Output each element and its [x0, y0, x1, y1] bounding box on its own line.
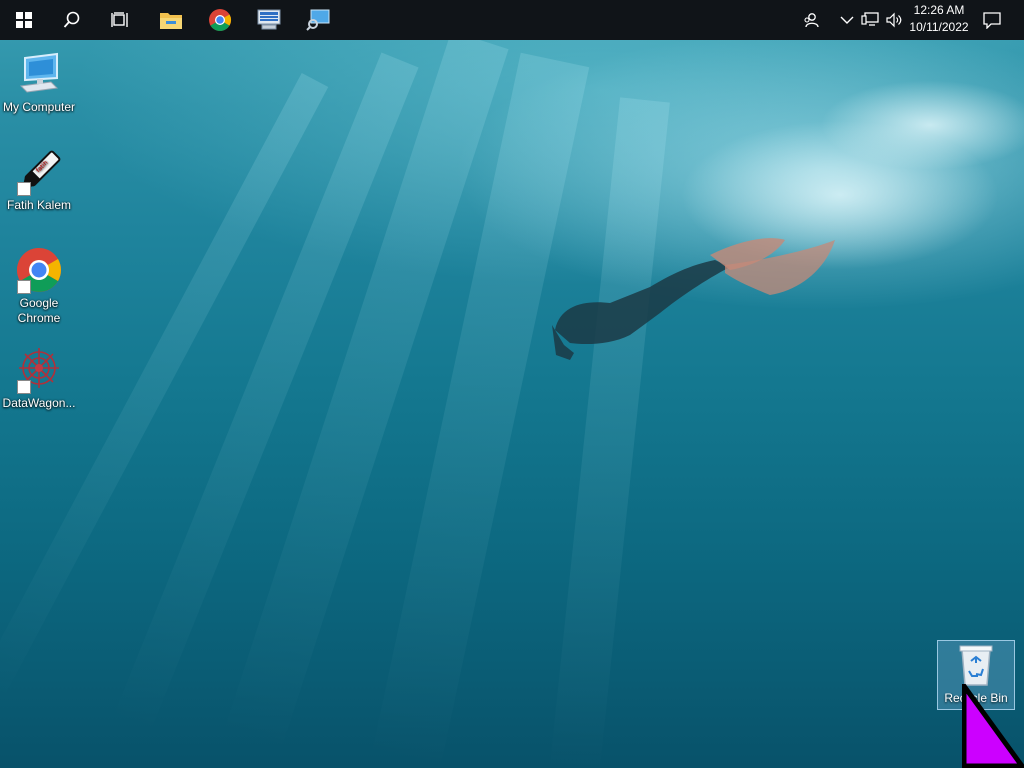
folder-icon	[160, 13, 182, 29]
notification-icon	[983, 12, 1001, 29]
taskbar-network-tool[interactable]	[245, 0, 293, 40]
search-icon	[63, 11, 80, 28]
search-button[interactable]	[48, 0, 96, 40]
pen-icon: fatih	[15, 148, 63, 196]
clock-date: 10/11/2022	[909, 20, 969, 34]
desktop-icon-label: DataWagon...	[2, 396, 76, 410]
computer-icon	[15, 50, 63, 98]
action-center-button[interactable]	[982, 10, 1002, 30]
volume-button[interactable]	[884, 10, 904, 30]
chrome-icon	[15, 246, 63, 294]
network-icon	[861, 12, 879, 26]
clock-time: 12:26 AM	[913, 3, 965, 17]
show-hidden-icons-button[interactable]	[837, 10, 857, 30]
people-icon	[804, 13, 819, 28]
shortcut-arrow-icon	[17, 380, 31, 394]
chrome-icon	[209, 9, 231, 31]
desktop-icon-google-chrome[interactable]: Google Chrome	[1, 246, 77, 326]
network-computer-icon	[257, 9, 281, 30]
taskbar-google-chrome[interactable]	[196, 0, 244, 40]
start-button[interactable]	[0, 0, 48, 40]
people-button[interactable]	[801, 10, 821, 30]
desktop-icon-label: My Computer	[2, 100, 76, 114]
remote-search-icon	[306, 9, 330, 31]
task-view-icon	[111, 12, 128, 27]
windows-logo-icon	[16, 12, 32, 28]
mouse-cursor-icon	[962, 684, 1024, 768]
taskbar-clock[interactable]: 12:26 AM 10/11/2022	[904, 2, 974, 38]
surface-foam	[820, 80, 1024, 170]
desktop-background[interactable]: My Computer fatih Fatih Kalem Google Chr…	[0, 0, 1024, 768]
light-ray	[371, 52, 590, 768]
desktop-icon-datawagon[interactable]: DataWagon...	[1, 346, 77, 411]
light-ray	[549, 97, 670, 768]
shortcut-arrow-icon	[17, 280, 31, 294]
network-status-button[interactable]	[860, 10, 880, 30]
taskbar-remote-desktop[interactable]	[294, 0, 342, 40]
desktop-icon-label: Fatih Kalem	[6, 198, 72, 212]
speaker-icon	[886, 12, 902, 28]
taskbar-file-explorer[interactable]	[147, 0, 195, 40]
shortcut-arrow-icon	[17, 182, 31, 196]
desktop-icon-label: Google Chrome	[17, 296, 61, 325]
chevron-up-icon	[840, 16, 854, 24]
desktop-icon-my-computer[interactable]: My Computer	[1, 50, 77, 115]
desktop-icon-fatih-kalem[interactable]: fatih Fatih Kalem	[1, 148, 77, 213]
swimmer-silhouette	[552, 238, 835, 360]
taskbar: 12:26 AM 10/11/2022	[0, 0, 1024, 40]
datawagon-icon	[15, 346, 63, 394]
recycle-bin-icon	[952, 643, 1000, 687]
task-view-button[interactable]	[96, 0, 144, 40]
